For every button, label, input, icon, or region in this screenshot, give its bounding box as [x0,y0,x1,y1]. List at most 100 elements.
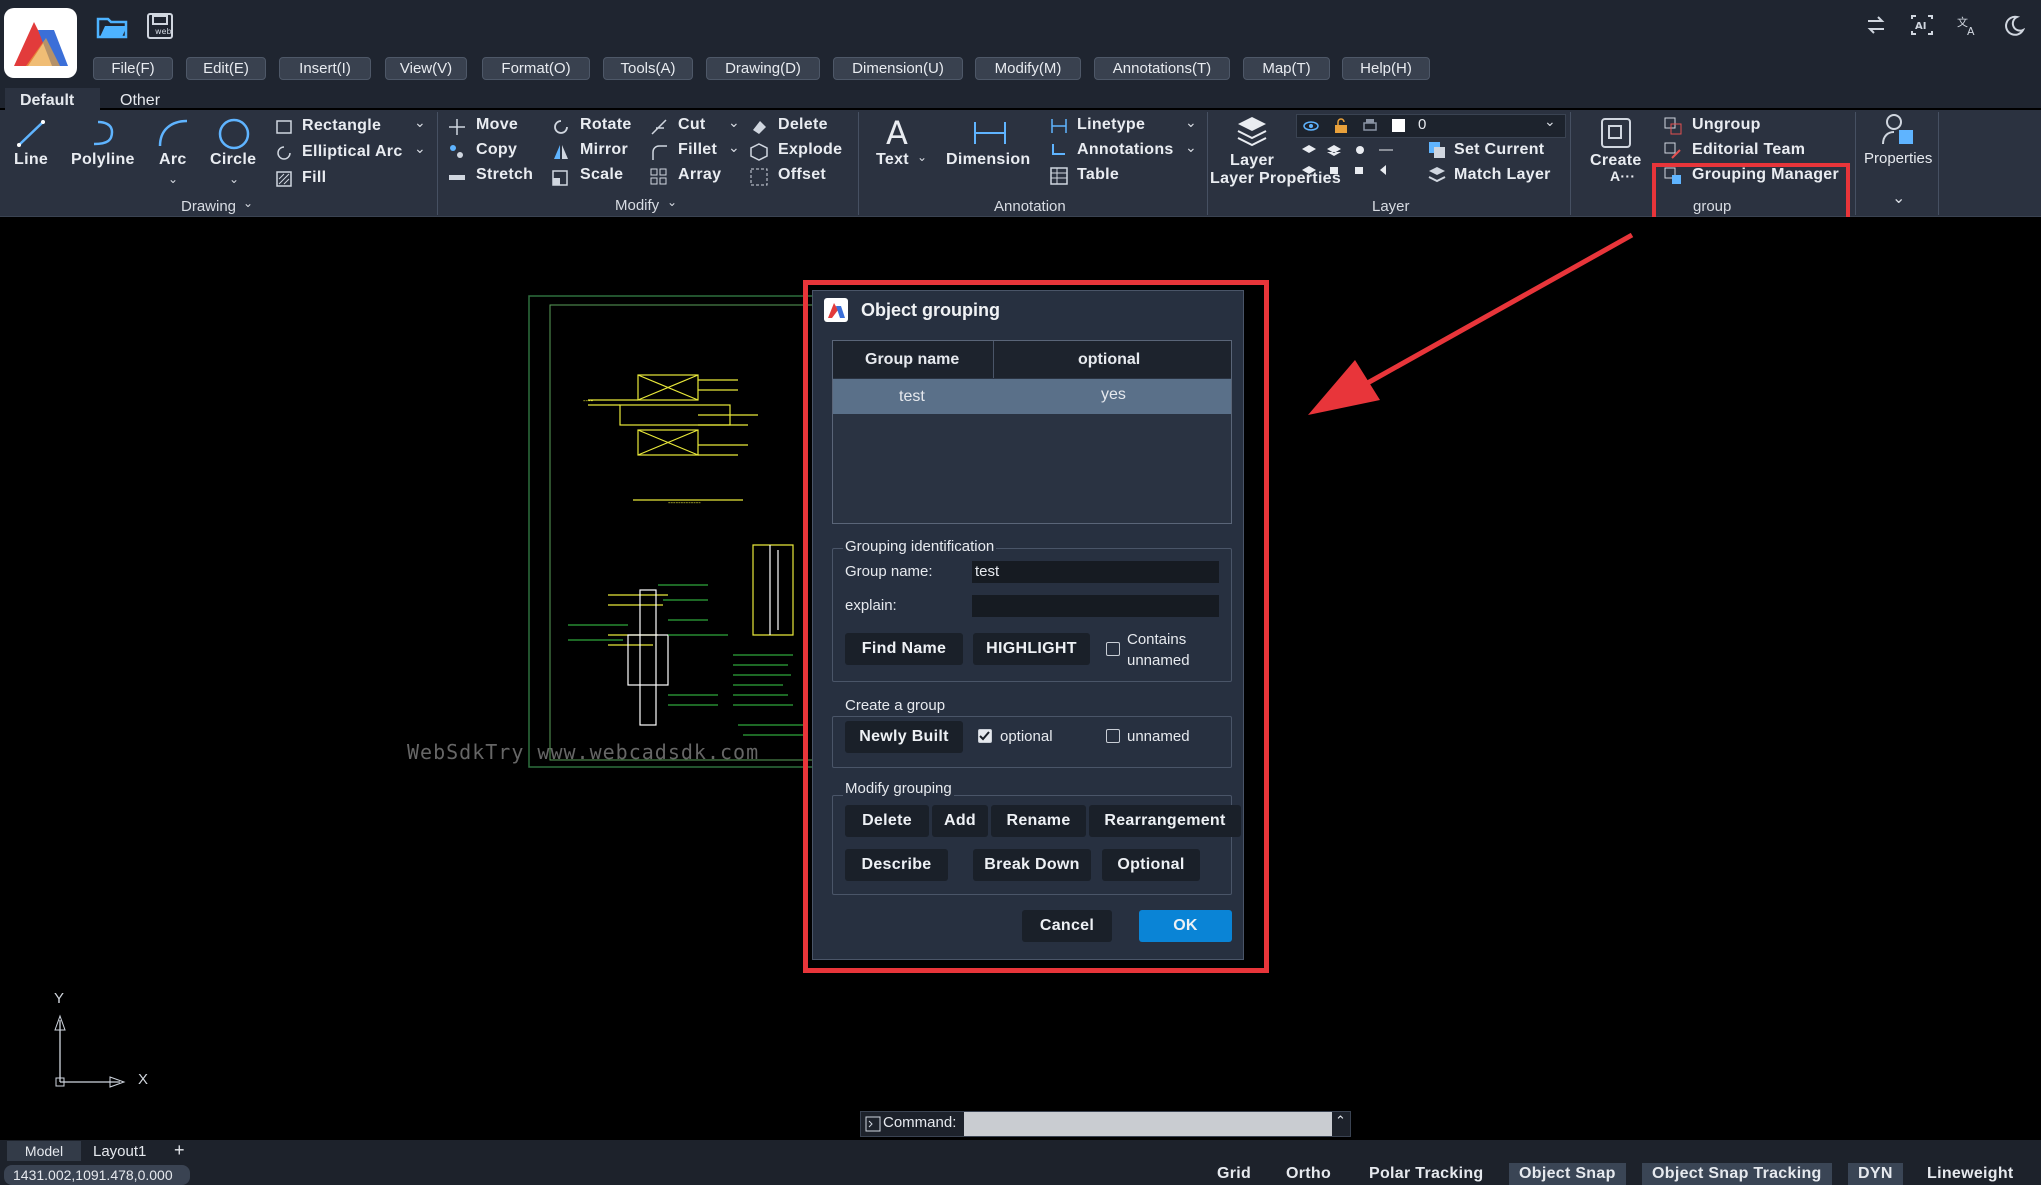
scale-button[interactable]: Scale [580,166,623,184]
polyline-button[interactable]: Polyline [71,151,135,169]
drawing-group-label[interactable]: Drawing [181,198,236,215]
elliptical-arc-button[interactable]: Elliptical Arc [302,143,403,161]
table-row[interactable] [833,379,1231,414]
properties-button[interactable]: Properties [1864,150,1932,167]
menu-format[interactable]: Format(O) [482,57,590,80]
copy-button[interactable]: Copy [476,141,517,159]
group-name-input[interactable]: test [972,561,1219,583]
annotations-button[interactable]: Annotations [1077,141,1174,159]
table-button[interactable]: Table [1077,166,1119,184]
layer-lock-icon[interactable] [1333,118,1349,139]
linetype-button[interactable]: Linetype [1077,116,1145,134]
explain-input[interactable] [972,595,1219,617]
polyline-icon[interactable] [90,118,122,153]
menu-dimension[interactable]: Dimension(U) [833,57,963,80]
fillet-dropdown-icon[interactable]: ⌄ [728,139,740,156]
cut-dropdown-icon[interactable]: ⌄ [728,114,740,131]
create-group-button[interactable]: A··· [1610,168,1635,184]
ungroup-button[interactable]: Ungroup [1692,116,1761,134]
layer-color-swatch[interactable] [1392,119,1405,132]
find-name-button[interactable]: Find Name [845,633,963,665]
rename-group-button[interactable]: Rename [991,805,1086,837]
ok-button[interactable]: OK [1139,910,1232,942]
optional-button[interactable]: Optional [1102,849,1200,881]
text-button[interactable]: Text [876,151,909,169]
optional-checkbox[interactable] [978,729,992,743]
menu-view[interactable]: View(V) [385,57,467,80]
array-button[interactable]: Array [678,166,721,184]
tab-other[interactable]: Other [120,90,160,112]
tab-default[interactable]: Default [20,90,74,112]
drawing-group-expand-icon[interactable]: ⌄ [243,196,253,210]
arc-dropdown-icon[interactable]: ⌄ [168,172,178,186]
open-folder-icon[interactable] [96,13,128,44]
dark-mode-icon[interactable] [2003,14,2026,41]
circle-dropdown-icon[interactable]: ⌄ [229,172,239,186]
ortho-toggle[interactable]: Ortho [1276,1163,1341,1185]
set-current-button[interactable]: Set Current [1454,141,1544,159]
layer-tool-icon[interactable] [1300,142,1420,191]
dyn-toggle[interactable]: DYN [1848,1163,1903,1185]
mirror-button[interactable]: Mirror [580,141,628,159]
arc-icon[interactable] [157,118,191,153]
menu-help[interactable]: Help(H) [1342,57,1430,80]
object-snap-tracking-toggle[interactable]: Object Snap Tracking [1642,1163,1832,1185]
rectangle-dropdown-icon[interactable]: ⌄ [414,114,426,131]
grid-toggle[interactable]: Grid [1207,1163,1261,1185]
fill-button[interactable]: Fill [302,169,326,187]
contains-unnamed-checkbox[interactable] [1106,642,1120,656]
unnamed-checkbox[interactable] [1106,729,1120,743]
menu-drawing[interactable]: Drawing(D) [706,57,820,80]
menu-map[interactable]: Map(T) [1243,57,1330,80]
properties-dropdown-icon[interactable]: ⌄ [1892,188,1905,208]
describe-button[interactable]: Describe [845,849,948,881]
modify-group-label[interactable]: Modify [615,197,659,214]
text-dropdown-icon[interactable]: ⌄ [917,150,927,164]
ai-icon[interactable]: AI [1910,14,1934,41]
editorial-team-button[interactable]: Editorial Team [1692,141,1805,159]
polar-tracking-toggle[interactable]: Polar Tracking [1359,1163,1493,1185]
modify-group-expand-icon[interactable]: ⌄ [667,195,677,209]
save-icon[interactable]: web [146,12,176,47]
cut-button[interactable]: Cut [678,116,706,134]
tab-model[interactable]: Model [7,1141,81,1161]
fillet-button[interactable]: Fillet [678,141,717,159]
newly-built-button[interactable]: Newly Built [845,721,963,753]
menu-annotations[interactable]: Annotations(T) [1094,57,1230,80]
circle-button[interactable]: Circle [210,151,256,169]
line-icon[interactable] [16,118,46,153]
move-button[interactable]: Move [476,116,518,134]
tab-layout1[interactable]: Layout1 [93,1143,146,1160]
layer-properties-label-1[interactable]: Layer [1230,152,1274,170]
translate-icon[interactable]: 文A [1957,14,1981,41]
offset-button[interactable]: Offset [778,166,826,184]
highlight-button[interactable]: HIGHLIGHT [973,633,1090,665]
lineweight-toggle[interactable]: Lineweight [1917,1163,2024,1185]
annotations-dropdown-icon[interactable]: ⌄ [1185,139,1197,156]
dimension-button[interactable]: Dimension [946,151,1031,169]
delete-ribbon-button[interactable]: Delete [778,116,828,134]
object-snap-toggle[interactable]: Object Snap [1509,1163,1626,1185]
header-optional[interactable]: optional [1078,351,1140,369]
add-group-button[interactable]: Add [932,805,988,837]
elliptical-arc-dropdown-icon[interactable]: ⌄ [414,140,426,157]
rearrangement-button[interactable]: Rearrangement [1089,805,1241,837]
layer-print-icon[interactable] [1362,118,1378,139]
layer-visible-icon[interactable] [1302,118,1320,139]
break-down-button[interactable]: Break Down [973,849,1091,881]
linetype-dropdown-icon[interactable]: ⌄ [1185,114,1197,131]
menu-insert[interactable]: Insert(I) [279,57,371,80]
menu-file[interactable]: File(F) [93,57,173,80]
delete-group-button[interactable]: Delete [845,805,929,837]
explode-button[interactable]: Explode [778,141,842,159]
cancel-button[interactable]: Cancel [1022,910,1112,942]
command-expand-icon[interactable]: ⌃ [1335,1113,1346,1129]
stretch-button[interactable]: Stretch [476,166,533,184]
rectangle-button[interactable]: Rectangle [302,117,381,135]
line-button[interactable]: Line [14,151,48,169]
command-input[interactable] [964,1112,1332,1136]
add-layout-button[interactable]: + [174,1140,185,1161]
layer-dropdown-icon[interactable]: ⌄ [1544,113,1556,130]
match-layer-button[interactable]: Match Layer [1454,166,1551,184]
rotate-button[interactable]: Rotate [580,116,632,134]
